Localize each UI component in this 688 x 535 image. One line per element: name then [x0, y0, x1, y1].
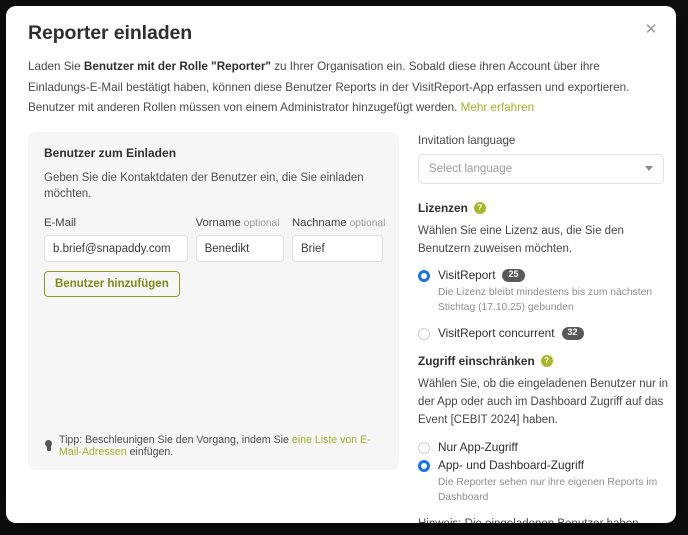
email-field-group: E-Mail [44, 217, 188, 263]
license-option-text: VisitReport [438, 268, 496, 283]
users-card-subtitle: Geben Sie die Kontaktdaten der Benutzer … [44, 171, 364, 201]
firstname-label-text: Vorname [195, 217, 241, 230]
learn-more-link[interactable]: Mehr erfahren [461, 101, 534, 114]
lastname-input[interactable] [292, 235, 383, 263]
email-input[interactable] [44, 235, 188, 263]
user-fields-row: E-Mail Vornameoptional Nachnameoptional [44, 217, 386, 263]
intro-text-1: Laden Sie [28, 60, 84, 74]
license-option-label: VisitReport concurrent 32 [438, 326, 584, 340]
license-option-text: VisitReport concurrent [438, 326, 555, 341]
email-label: E-Mail [44, 217, 77, 230]
users-card-title: Benutzer zum Einladen [44, 145, 177, 160]
firstname-optional-tag: optional [243, 218, 280, 230]
lastname-optional-tag: optional [349, 218, 386, 230]
licenses-description: Wählen Sie eine Lizenz aus, die Sie den … [418, 224, 624, 255]
radio-icon[interactable] [418, 459, 430, 472]
dialog-description: Laden Sie Benutzer mit der Rolle "Report… [28, 57, 652, 117]
radio-icon[interactable] [418, 441, 430, 454]
license-option-visitreport[interactable]: VisitReport 25 [418, 268, 672, 283]
help-circle-icon[interactable]: ? [540, 355, 553, 368]
license-option-label: VisitReport 25 [438, 268, 525, 282]
settings-column: Invitation language Select language Lize… [418, 132, 672, 523]
intro-role-emphasis: Benutzer mit der Rolle "Reporter" [83, 60, 271, 74]
access-heading-row: Zugriff einschränken ? [418, 354, 672, 368]
license-option-visitreport-concurrent[interactable]: VisitReport concurrent 32 [418, 326, 672, 341]
access-heading: Zugriff einschränken [418, 354, 535, 369]
radio-icon[interactable] [418, 328, 430, 341]
dialog-header: ✕ Reporter einladen Laden Sie Benutzer m… [6, 6, 676, 118]
language-select[interactable]: Select language [418, 153, 664, 184]
lastname-label-text: Nachname [292, 217, 347, 230]
licenses-heading-row: Lizenzen ? [418, 201, 672, 215]
tip-text: Tipp: Beschleunigen Sie den Vorgang, ind… [59, 434, 383, 458]
help-circle-icon[interactable]: ? [473, 201, 486, 214]
lastname-label: Nachname optional [292, 217, 386, 230]
access-option-label: Nur App-Zugriff [438, 439, 518, 454]
firstname-input[interactable] [195, 235, 284, 263]
access-hint: Hinweis: Die eingeladenen Benutzer haben… [418, 516, 670, 523]
access-section: Zugriff einschränken ? Wählen Sie, ob di… [418, 354, 672, 523]
access-option-note: Die Reporter sehen nur ihre eigenen Repo… [438, 476, 658, 503]
access-option-label: App- und Dashboard-Zugriff [438, 457, 585, 472]
access-option-app-and-dashboard[interactable]: App- und Dashboard-Zugriff [418, 458, 672, 472]
language-select-value: Select language [429, 162, 513, 176]
lastname-field-group: Nachname optional [292, 217, 386, 263]
license-count-badge: 32 [561, 326, 584, 340]
firstname-label: Vorname optional [196, 217, 284, 229]
add-user-button[interactable]: Benutzer hinzufügen [44, 271, 180, 298]
dialog-body: Benutzer zum Einladen Geben Sie die Kont… [6, 118, 676, 523]
access-description: Wählen Sie, ob die eingeladenen Benutzer… [418, 378, 668, 426]
lightbulb-icon [44, 439, 53, 452]
tip-text-suffix: einfügen. [126, 445, 174, 458]
close-icon[interactable]: ✕ [640, 18, 662, 40]
license-option-note: Die Lizenz bleibt mindestens bis zum näc… [438, 287, 653, 314]
invite-reporter-dialog: ✕ Reporter einladen Laden Sie Benutzer m… [6, 6, 676, 523]
page-title: Reporter einladen [28, 22, 193, 44]
firstname-field-group: Vorname optional [195, 217, 284, 263]
users-to-invite-card: Benutzer zum Einladen Geben Sie die Kont… [28, 131, 399, 470]
invitation-language-label: Invitation language [418, 133, 516, 147]
licenses-heading: Lizenzen [418, 200, 468, 215]
tip-text-prefix: Tipp: Beschleunigen Sie den Vorgang, ind… [59, 433, 292, 446]
license-count-badge: 25 [502, 268, 525, 282]
radio-icon[interactable] [418, 270, 430, 283]
access-option-app-only[interactable]: Nur App-Zugriff [418, 440, 672, 454]
tip-row: Tipp: Beschleunigen Sie den Vorgang, ind… [44, 434, 383, 458]
chevron-down-icon [645, 166, 653, 172]
